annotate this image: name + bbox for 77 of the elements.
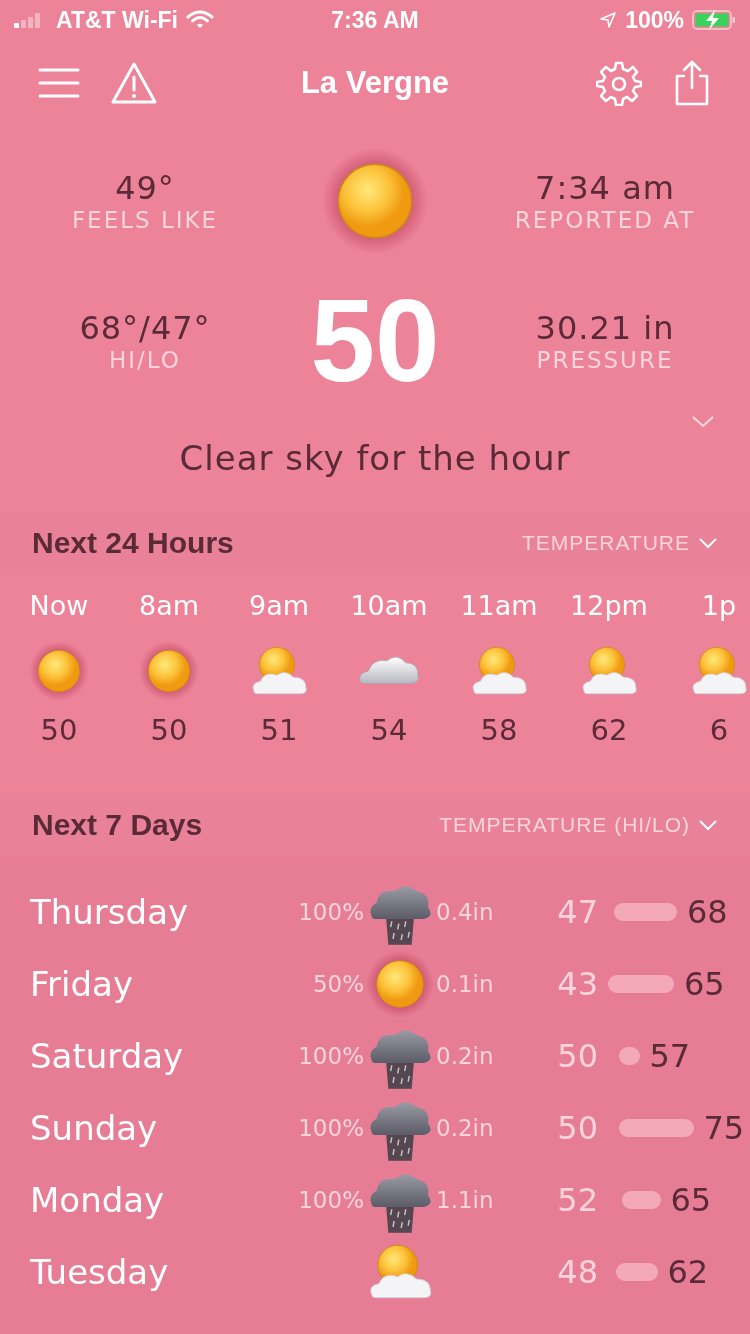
day-name: Sunday — [30, 1108, 159, 1148]
status-time: 7:36 AM — [331, 6, 419, 34]
high-temperature: 68 — [687, 893, 728, 931]
alert-button[interactable] — [110, 61, 158, 105]
temperature-range-bar — [621, 1191, 661, 1209]
pressure-label: PRESSURE — [536, 347, 674, 373]
high-temperature: 65 — [684, 965, 725, 1003]
day-name: Monday — [30, 1180, 166, 1220]
precip-chance: 100% — [298, 1187, 364, 1213]
metric-dropdown[interactable]: TEMPERATURE — [521, 531, 718, 555]
feels-like-label: FEELS LIKE — [71, 207, 219, 233]
sun-icon — [138, 640, 200, 702]
current-temperature: 50 — [309, 283, 441, 399]
precip-amount: 0.2in — [436, 1043, 494, 1069]
day-name: Tuesday — [30, 1252, 170, 1292]
hour-temperature: 62 — [590, 713, 628, 747]
precip-chance: 50% — [312, 971, 364, 997]
hour-temperature: 54 — [370, 713, 408, 747]
precip-chance: 100% — [298, 1043, 364, 1069]
hour-label: 1p — [701, 590, 737, 621]
precip-amount: 0.1in — [436, 971, 494, 997]
location-arrow-icon — [599, 11, 618, 29]
hour-label: 9am — [249, 590, 309, 621]
battery-charging-icon — [692, 9, 736, 31]
hi-lo-label: HI/LO — [109, 347, 181, 373]
low-temperature: 50 — [556, 1037, 598, 1075]
precip-amount: 0.4in — [436, 899, 494, 925]
hour-temperature: 50 — [150, 713, 188, 747]
section-title: Next 7 Days — [32, 808, 203, 842]
feels-like-value: 49° — [115, 169, 175, 207]
hi-lo-value: 68°/47° — [79, 309, 211, 347]
high-temperature: 62 — [667, 1253, 709, 1291]
carrier-label: AT&T Wi-Fi — [56, 6, 178, 34]
menu-button[interactable] — [38, 67, 80, 99]
hour-temperature: 58 — [480, 713, 518, 747]
sun-icon — [365, 949, 435, 1019]
chevron-down-icon — [698, 819, 718, 831]
section-title: Next 24 Hours — [32, 526, 234, 560]
hour-temperature: 50 — [40, 713, 78, 747]
hour-temperature: 6 — [709, 713, 729, 747]
day-name: Saturday — [30, 1036, 185, 1076]
battery-percent: 100% — [625, 6, 684, 34]
high-temperature: 57 — [649, 1037, 691, 1075]
metric-dropdown[interactable]: TEMPERATURE (HI/LO) — [439, 813, 718, 837]
precip-amount: 1.1in — [436, 1187, 494, 1213]
low-temperature: 48 — [556, 1253, 598, 1291]
hour-label: 11am — [460, 590, 538, 621]
temperature-range-bar — [615, 1263, 658, 1281]
temperature-range-bar — [618, 1047, 640, 1065]
pressure-value: 30.21 in — [535, 309, 675, 347]
low-temperature: 47 — [556, 893, 598, 931]
low-temperature: 52 — [556, 1181, 598, 1219]
location-title: La Vergne — [300, 65, 450, 101]
day-name: Thursday — [30, 892, 190, 932]
hour-label: Now — [29, 590, 89, 621]
temperature-range-bar — [608, 975, 674, 993]
low-temperature: 50 — [556, 1109, 598, 1147]
hour-temperature: 51 — [260, 713, 298, 747]
sun-icon — [28, 640, 90, 702]
precip-chance: 100% — [298, 1115, 364, 1141]
high-temperature: 65 — [670, 1181, 712, 1219]
hour-label: 12pm — [570, 590, 648, 621]
high-temperature: 75 — [703, 1109, 745, 1147]
chevron-down-icon — [698, 537, 718, 549]
hour-label: 10am — [350, 590, 428, 621]
low-temperature: 43 — [556, 965, 598, 1003]
expand-chevron-icon[interactable] — [692, 416, 714, 428]
precip-chance: 100% — [298, 899, 364, 925]
reported-time: 7:34 am — [535, 169, 675, 207]
settings-button[interactable] — [596, 60, 642, 106]
temperature-range-bar — [614, 903, 677, 921]
precip-amount: 0.2in — [436, 1115, 494, 1141]
summary-text: Clear sky for the hour — [178, 437, 572, 480]
hour-label: 8am — [139, 590, 199, 621]
wifi-icon — [186, 10, 214, 30]
day-name: Friday — [30, 964, 135, 1004]
reported-at-label: REPORTED AT — [514, 207, 696, 233]
